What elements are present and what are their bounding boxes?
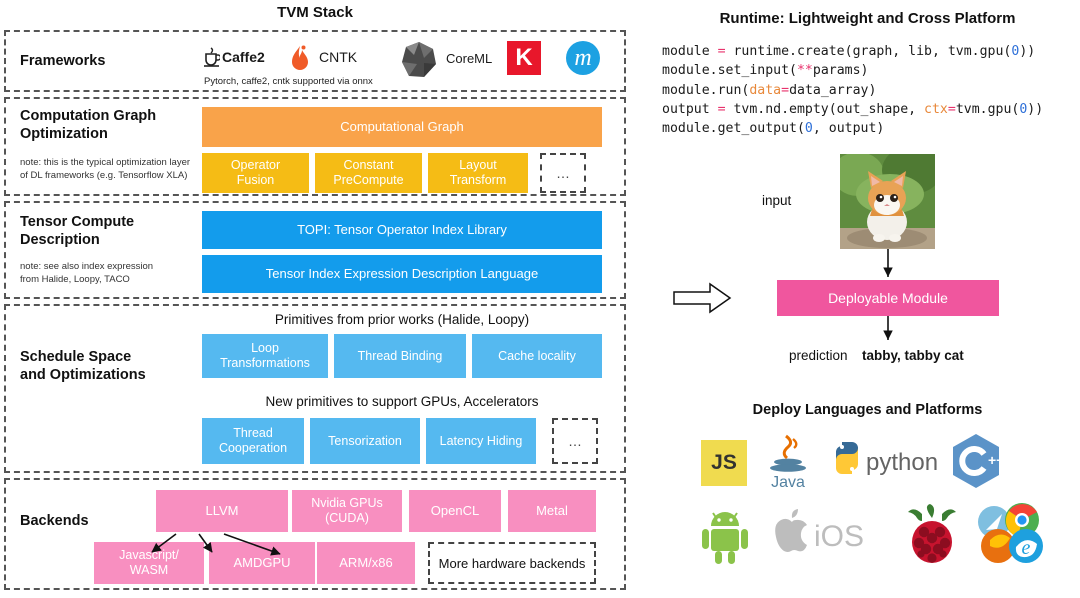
- arrow-down-to-prediction-icon: [883, 316, 893, 340]
- input-label: input: [762, 193, 792, 208]
- prediction-label: prediction: [789, 348, 848, 363]
- caffe2-label: Caffe2: [222, 49, 265, 65]
- layer-tcd-note: note: see also index expression from Hal…: [20, 261, 154, 285]
- layer-frameworks-label: Frameworks: [20, 53, 106, 69]
- browsers-logo: e: [972, 502, 1048, 566]
- layer-backends-label: Backends: [20, 513, 89, 529]
- layer-frameworks: Frameworks Caffe2 CNTK CoreML K m Pytorc…: [4, 30, 626, 92]
- schedule-heading-prior-works: Primitives from prior works (Halide, Loo…: [274, 312, 530, 327]
- box-topi[interactable]: TOPI: Tensor Operator Index Library: [202, 211, 602, 249]
- caffe2-icon: [204, 47, 220, 67]
- layer-cgo-note: note: this is the typical optimization l…: [20, 157, 191, 181]
- code-line-1: module = runtime.create(graph, lib, tvm.…: [662, 44, 1036, 59]
- llvm-arrows-icon: [151, 533, 281, 556]
- box-cache-locality[interactable]: Cache locality: [472, 334, 602, 378]
- box-more-hardware-backends[interactable]: More hardware backends: [428, 542, 596, 584]
- box-thread-binding[interactable]: Thread Binding: [334, 334, 466, 378]
- schedule-heading-new-primitives: New primitives to support GPUs, Accelera…: [265, 394, 539, 409]
- python-logo: python: [828, 438, 948, 482]
- page-title: TVM Stack: [277, 4, 353, 21]
- runtime-title: Runtime: Lightweight and Cross Platform: [719, 10, 1016, 27]
- cntk-icon: [292, 45, 308, 70]
- code-line-3: module.run(data=data_array): [662, 82, 877, 98]
- raspberry-pi-logo: [900, 502, 964, 566]
- box-computational-graph[interactable]: Computational Graph: [202, 107, 602, 147]
- keras-letter: K: [515, 44, 533, 71]
- layer-schedule-space: Schedule Space and Optimizations Primiti…: [4, 304, 626, 473]
- keras-logo: K: [507, 41, 541, 75]
- diagram-root: TVM Stack Frameworks Caffe2 CNTK CoreML: [0, 0, 1080, 598]
- coreml-icon: [402, 42, 436, 77]
- java-logo: Java: [762, 432, 814, 490]
- box-constant-precompute[interactable]: Constant PreCompute: [315, 153, 422, 193]
- box-operator-fusion[interactable]: Operator Fusion: [202, 153, 309, 193]
- layer-tensor-compute-description: Tensor Compute Description note: see als…: [4, 201, 626, 299]
- layer-schedule-label: Schedule Space and Optimizations: [20, 349, 146, 384]
- layer-cgo-label: Computation Graph Optimization: [20, 108, 157, 143]
- coreml-label: CoreML: [446, 51, 493, 66]
- cpp-logo-label: ++: [988, 452, 1004, 468]
- cntk-label: CNTK: [319, 49, 358, 65]
- deploy-title: Deploy Languages and Platforms: [752, 402, 983, 418]
- javascript-logo-label: JS: [711, 451, 737, 474]
- layer-computation-graph-optimization: Computation Graph Optimization note: thi…: [4, 97, 626, 196]
- ios-logo-label: iOS: [814, 520, 864, 553]
- javascript-logo: JS: [701, 440, 747, 486]
- box-loop-transformations[interactable]: Loop Transformations: [202, 334, 328, 378]
- svg-text:e: e: [1022, 537, 1031, 559]
- layer-tcd-label: Tensor Compute Description: [20, 214, 135, 249]
- box-thread-cooperation[interactable]: Thread Cooperation: [202, 418, 304, 464]
- code-line-2: module.set_input(**params): [662, 63, 869, 79]
- python-logo-label: python: [866, 449, 938, 476]
- box-tensorization[interactable]: Tensorization: [310, 418, 420, 464]
- android-logo: [700, 510, 750, 566]
- code-line-4: output = tvm.nd.empty(out_shape, ctx=tvm…: [662, 101, 1044, 117]
- mxnet-letter: m: [574, 44, 592, 71]
- cpp-logo: ++: [948, 432, 1004, 490]
- code-block: module = runtime.create(graph, lib, tvm.…: [662, 42, 1043, 138]
- java-logo-label: Java: [771, 474, 805, 490]
- mxnet-logo: m: [566, 41, 600, 75]
- deployable-module-box[interactable]: Deployable Module: [777, 280, 999, 316]
- ios-logo: iOS: [762, 508, 880, 558]
- box-tensor-index-expression[interactable]: Tensor Index Expression Description Lang…: [202, 255, 602, 293]
- box-latency-hiding[interactable]: Latency Hiding: [426, 418, 536, 464]
- layer-backends: Backends LLVM Nvidia GPUs (CUDA) OpenCL …: [4, 478, 626, 590]
- box-opencl[interactable]: OpenCL: [409, 490, 501, 532]
- big-arrow-right-icon: [673, 282, 732, 314]
- code-line-5: module.get_output(0, output): [662, 121, 885, 137]
- box-metal[interactable]: Metal: [508, 490, 596, 532]
- input-image: [840, 154, 935, 249]
- box-schedule-more[interactable]: …: [552, 418, 598, 464]
- box-cgo-more[interactable]: …: [540, 153, 586, 193]
- onnx-note: Pytorch, caffe2, cntk supported via onnx: [204, 76, 373, 87]
- prediction-value: tabby, tabby cat: [862, 348, 964, 363]
- box-layout-transform[interactable]: Layout Transform: [428, 153, 528, 193]
